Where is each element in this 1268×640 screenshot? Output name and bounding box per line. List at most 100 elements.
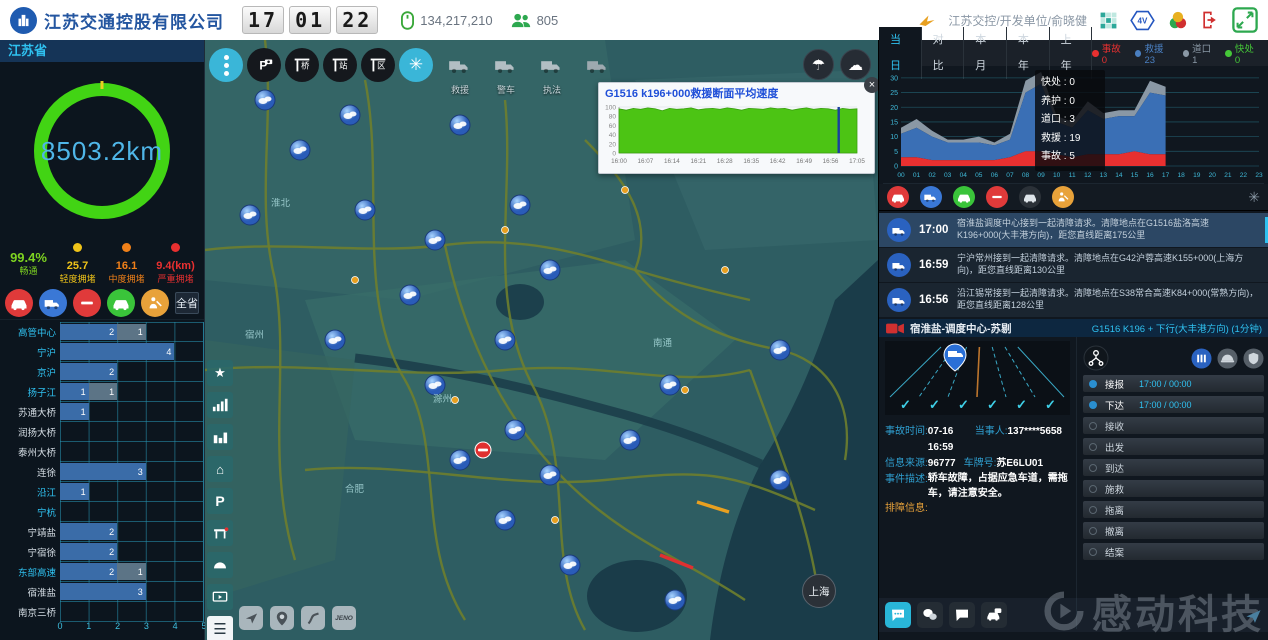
tow-truck-icon[interactable] bbox=[887, 288, 911, 312]
jeno-badge[interactable]: JENO bbox=[332, 606, 356, 630]
event-row[interactable]: 16:56沿江锡常接到一起清障请求。清障地点在S38常合高速K84+000(常熟… bbox=[879, 283, 1268, 317]
cluster-marker[interactable] bbox=[400, 285, 420, 305]
construction-type-icon[interactable] bbox=[1052, 186, 1074, 208]
rescue-type-icon[interactable] bbox=[920, 186, 942, 208]
car-message-icon[interactable] bbox=[981, 602, 1007, 628]
home-icon[interactable]: ⌂ bbox=[207, 456, 233, 482]
send-icon[interactable] bbox=[1245, 608, 1262, 630]
construction-filter-icon[interactable] bbox=[141, 289, 169, 317]
logout-icon[interactable] bbox=[1200, 10, 1220, 30]
plane-layer-icon[interactable] bbox=[239, 606, 263, 630]
video-wall-icon[interactable] bbox=[207, 584, 233, 610]
step-dot-icon bbox=[1089, 506, 1097, 514]
bar-row-label: 东部高速 bbox=[0, 565, 60, 579]
timeline-step[interactable]: 下达17:00 / 00:00 bbox=[1083, 396, 1264, 413]
station-layer-icon[interactable]: 站 bbox=[323, 48, 357, 82]
accident-filter-icon[interactable] bbox=[5, 289, 33, 317]
wechat-icon[interactable] bbox=[917, 602, 943, 628]
cluster-marker[interactable] bbox=[540, 260, 560, 280]
traffic-light-layer-icon[interactable] bbox=[209, 48, 243, 82]
cluster-marker[interactable] bbox=[560, 555, 580, 575]
bar-row-label: 宁靖盐 bbox=[0, 525, 60, 539]
accident-type-icon[interactable] bbox=[887, 186, 909, 208]
cluster-marker[interactable] bbox=[620, 430, 640, 450]
vehicle-layer-button[interactable]: 救援 bbox=[443, 52, 477, 96]
column-chart-icon[interactable] bbox=[207, 424, 233, 450]
close-icon[interactable]: × bbox=[864, 77, 878, 93]
4v-badge-icon[interactable]: 4V bbox=[1130, 10, 1155, 31]
helmet-icon[interactable] bbox=[1217, 348, 1238, 369]
mouse-icon bbox=[401, 11, 414, 30]
service-area-layer-icon[interactable]: 区 bbox=[361, 48, 395, 82]
signal-chart-icon[interactable] bbox=[207, 392, 233, 418]
cloud-icon[interactable]: ☁ bbox=[840, 49, 871, 80]
comment-icon[interactable] bbox=[949, 602, 975, 628]
cluster-marker[interactable] bbox=[510, 195, 530, 215]
bridge-layer-icon[interactable]: 桥 bbox=[285, 48, 319, 82]
settings-gear-icon[interactable]: ✳ bbox=[1248, 189, 1260, 206]
favorites-icon[interactable]: ★ bbox=[207, 360, 233, 386]
palette-icon[interactable] bbox=[1167, 11, 1188, 30]
cluster-marker[interactable] bbox=[325, 330, 345, 350]
timeline-step[interactable]: 结案 bbox=[1083, 543, 1264, 560]
timeline-step[interactable]: 出发 bbox=[1083, 438, 1264, 455]
map-settings-icon[interactable]: ✳ bbox=[399, 48, 433, 82]
smooth-filter-icon[interactable] bbox=[107, 289, 135, 317]
camera-parking-layer-icon[interactable]: P bbox=[247, 48, 281, 82]
cluster-marker[interactable] bbox=[770, 470, 790, 490]
cluster-marker[interactable] bbox=[770, 340, 790, 360]
cluster-marker[interactable] bbox=[495, 510, 515, 530]
fullscreen-icon[interactable] bbox=[1232, 7, 1258, 33]
event-row[interactable]: 16:59宁沪常州接到一起清障请求。清障地点在G42沪蓉高速K155+000(上… bbox=[879, 248, 1268, 282]
gantry-icon[interactable] bbox=[207, 520, 233, 546]
cluster-marker[interactable] bbox=[355, 200, 375, 220]
cluster-marker[interactable] bbox=[425, 375, 445, 395]
cluster-marker[interactable] bbox=[450, 115, 470, 135]
cluster-marker[interactable] bbox=[240, 205, 260, 225]
user-info[interactable]: 江苏交控/开发单位/俞晓健 bbox=[948, 12, 1087, 29]
province-map[interactable]: 淮北宿州滁州合肥南通 P桥站区✳ 救援警车执法 ☂ ☁ G1516 k196+0… bbox=[205, 40, 878, 640]
closure-filter-icon[interactable] bbox=[73, 289, 101, 317]
cluster-marker[interactable] bbox=[660, 375, 680, 395]
timeline-step[interactable]: 接报17:00 / 00:00 bbox=[1083, 375, 1264, 392]
svg-text:10: 10 bbox=[1053, 172, 1061, 179]
closure-type-icon[interactable] bbox=[986, 186, 1008, 208]
shanghai-button[interactable]: 上海 bbox=[802, 574, 836, 608]
chat-icon[interactable] bbox=[885, 602, 911, 628]
cluster-marker[interactable] bbox=[665, 590, 685, 610]
closure-marker[interactable] bbox=[475, 442, 491, 458]
cluster-marker[interactable] bbox=[340, 105, 360, 125]
cluster-marker[interactable] bbox=[255, 90, 275, 110]
event-row[interactable]: 17:00宿淮盐调度中心接到一起清障请求。清障地点在G1516盐洛高速K196+… bbox=[879, 213, 1268, 247]
weather-icon[interactable]: ☂ bbox=[803, 49, 834, 80]
parking-icon[interactable]: P bbox=[207, 488, 233, 514]
cluster-marker[interactable] bbox=[290, 140, 310, 160]
tow-truck-icon[interactable] bbox=[887, 218, 911, 242]
menu-icon[interactable]: ☰ bbox=[207, 616, 233, 640]
shield-icon[interactable] bbox=[1243, 348, 1264, 369]
rescue-filter-icon[interactable] bbox=[39, 289, 67, 317]
vehicle-layer-button[interactable]: 执法 bbox=[535, 52, 569, 96]
cluster-marker[interactable] bbox=[450, 450, 470, 470]
radar-dome-icon[interactable] bbox=[207, 552, 233, 578]
pin-layer-icon[interactable] bbox=[270, 606, 294, 630]
timeline-step[interactable]: 拖离 bbox=[1083, 501, 1264, 518]
route-layer-icon[interactable] bbox=[301, 606, 325, 630]
smooth-type-icon[interactable] bbox=[953, 186, 975, 208]
police-type-icon[interactable] bbox=[1019, 186, 1041, 208]
timeline-step[interactable]: 接收 bbox=[1083, 417, 1264, 434]
timeline-step[interactable]: 撤离 bbox=[1083, 522, 1264, 539]
timeline-step[interactable]: 到达 bbox=[1083, 459, 1264, 476]
bar-row: 京沪2 bbox=[0, 362, 204, 382]
vehicle-layer-button[interactable]: 警车 bbox=[489, 52, 523, 96]
cluster-marker[interactable] bbox=[505, 420, 525, 440]
timeline-step[interactable]: 施救 bbox=[1083, 480, 1264, 497]
cluster-marker[interactable] bbox=[425, 230, 445, 250]
org-tree-icon[interactable] bbox=[1083, 345, 1109, 371]
depot-icon[interactable] bbox=[1191, 348, 1212, 369]
grid-apps-icon[interactable] bbox=[1099, 11, 1118, 30]
cluster-marker[interactable] bbox=[495, 330, 515, 350]
cluster-marker[interactable] bbox=[540, 465, 560, 485]
province-wide-button[interactable]: 全省 bbox=[175, 292, 199, 314]
tow-truck-icon[interactable] bbox=[887, 253, 911, 277]
